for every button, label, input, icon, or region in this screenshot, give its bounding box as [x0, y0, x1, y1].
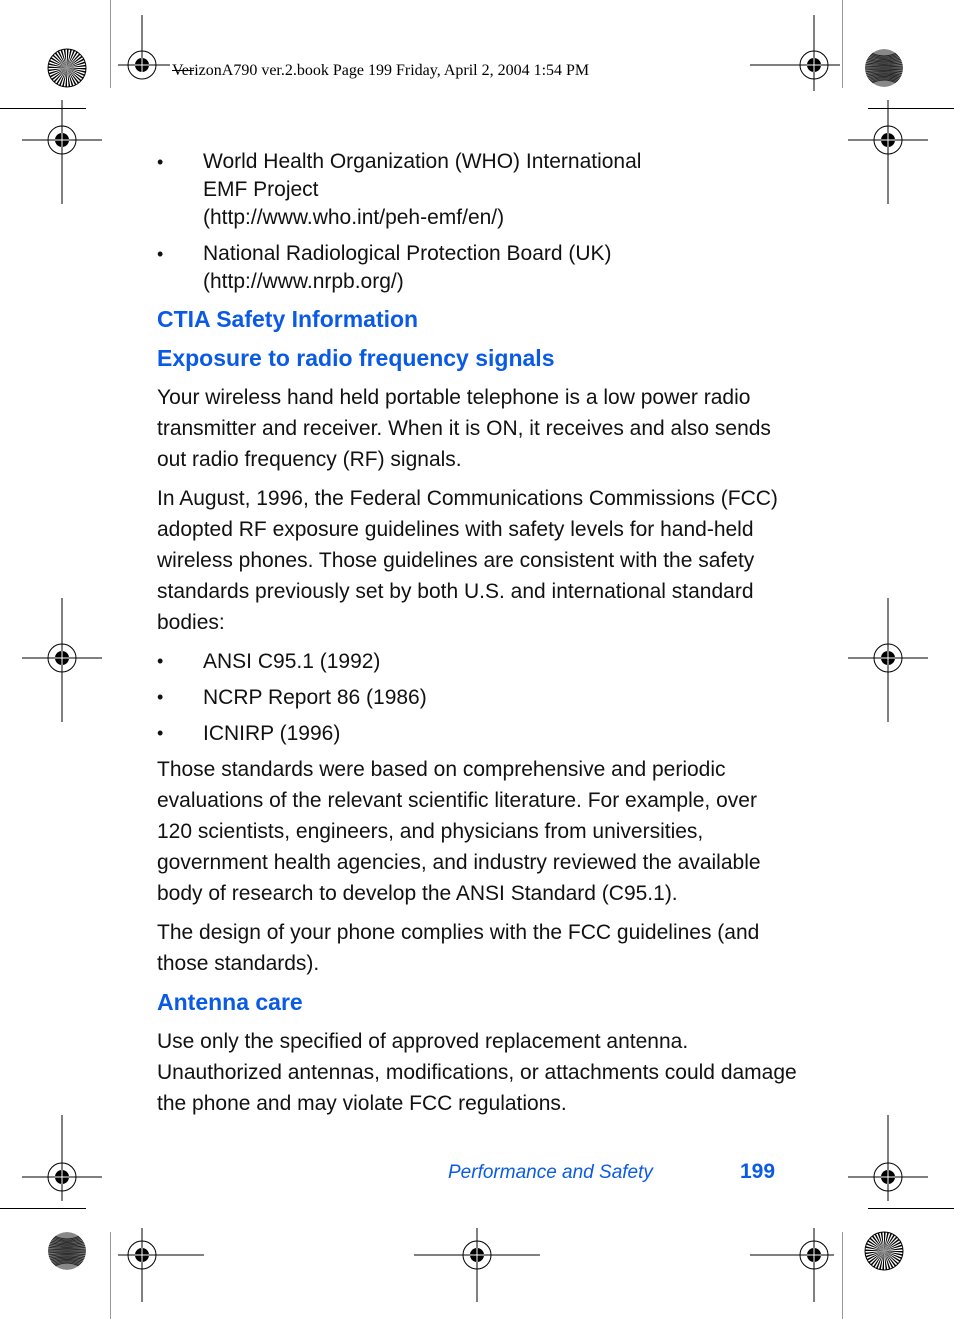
bullet-icon: • — [157, 687, 164, 707]
page-content: • World Health Organization (WHO) Intern… — [157, 148, 797, 1127]
bullet-icon: • — [157, 152, 164, 172]
moire-target-icon — [865, 49, 903, 87]
standard-bullet: • ANSI C95.1 (1992) — [157, 646, 797, 677]
bullet-link[interactable]: (http://www.who.int/peh-emf/en/) — [203, 204, 797, 232]
print-slug: VerizonA790 ver.2.book Page 199 Friday, … — [172, 62, 590, 79]
paragraph: Your wireless hand held portable telepho… — [157, 386, 771, 471]
trim-line — [842, 1232, 843, 1319]
subsection-heading: Exposure to radio frequency signals — [157, 345, 555, 371]
bullet-line: EMF Project — [203, 178, 319, 201]
registration-mark-icon — [848, 598, 928, 722]
registration-mark-icon — [414, 1228, 540, 1302]
bullet-line: National Radiological Protection Board (… — [203, 242, 612, 265]
star-target-icon — [47, 48, 87, 88]
registration-mark-icon — [118, 15, 170, 80]
bullet-icon: • — [157, 651, 164, 671]
registration-mark-icon — [848, 1115, 928, 1201]
bullet-icon: • — [157, 723, 164, 743]
registration-mark-icon — [22, 100, 102, 204]
standard-bullet: • NCRP Report 86 (1986) — [157, 682, 797, 713]
reference-bullet: • National Radiological Protection Board… — [157, 240, 797, 296]
trim-line — [842, 0, 843, 88]
registration-mark-icon — [118, 1228, 204, 1302]
bullet-line: World Health Organization (WHO) Internat… — [203, 150, 642, 173]
registration-mark-icon — [22, 1115, 102, 1201]
trim-line — [110, 0, 111, 88]
bullet-icon: • — [157, 244, 164, 264]
footer-section-title: Performance and Safety — [448, 1162, 653, 1183]
paragraph: Use only the specified of approved repla… — [157, 1030, 797, 1115]
registration-mark-icon — [750, 1228, 834, 1302]
paragraph: Those standards were based on comprehens… — [157, 758, 761, 905]
standard-bullet: • ICNIRP (1996) — [157, 718, 797, 749]
paragraph: The design of your phone complies with t… — [157, 921, 760, 975]
trim-line — [110, 1232, 111, 1319]
reference-bullet: • World Health Organization (WHO) Intern… — [157, 148, 797, 232]
subsection-heading: Antenna care — [157, 989, 303, 1015]
star-target-icon — [864, 1231, 904, 1271]
section-heading: CTIA Safety Information — [157, 306, 419, 332]
bullet-text: ICNIRP (1996) — [203, 722, 341, 745]
page-number: 199 — [740, 1160, 776, 1183]
bullet-link[interactable]: (http://www.nrpb.org/) — [203, 268, 797, 296]
registration-mark-icon — [848, 100, 928, 204]
bullet-text: NCRP Report 86 (1986) — [203, 686, 427, 709]
moire-target-icon — [48, 1232, 86, 1270]
registration-mark-icon — [750, 15, 840, 91]
paragraph: In August, 1996, the Federal Communicati… — [157, 487, 778, 634]
registration-mark-icon — [22, 598, 102, 722]
bullet-text: ANSI C95.1 (1992) — [203, 650, 381, 673]
